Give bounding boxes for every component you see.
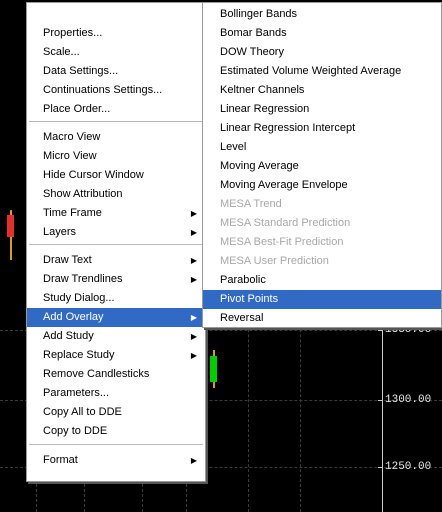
- menu-item-label: Replace Study: [43, 349, 115, 361]
- submenu-arrow-icon: ▶: [190, 332, 197, 341]
- menu-item-label: Study Dialog...: [43, 292, 115, 304]
- menu-item-label: Add Overlay: [43, 311, 104, 323]
- overlay-item-reversal[interactable]: Reversal: [203, 309, 441, 328]
- menu-item-label: Remove Candlesticks: [43, 368, 150, 380]
- axis-tick: [378, 330, 382, 331]
- submenu-arrow-icon: ▶: [190, 313, 197, 322]
- menu-item-label: Parameters...: [43, 387, 110, 399]
- menu-item-label: Macro View: [43, 131, 101, 143]
- overlay-item-label: Moving Average Envelope: [220, 179, 348, 191]
- overlay-item-label: Parabolic: [220, 274, 266, 286]
- menu-item-data-settings[interactable]: Data Settings...: [27, 62, 205, 81]
- overlay-item-label: Estimated Volume Weighted Average: [220, 65, 402, 77]
- menu-item-copy-all-to-dde[interactable]: Copy All to DDE: [27, 403, 205, 422]
- overlay-item-label: Linear Regression: [220, 103, 310, 115]
- menu-item-label: Format: [43, 454, 78, 466]
- overlay-item-bollinger-bands[interactable]: Bollinger Bands: [203, 5, 441, 24]
- submenu-arrow-icon: ▶: [190, 209, 197, 218]
- menu-item-label: Properties...: [43, 27, 103, 39]
- menu-separator: [29, 244, 203, 245]
- overlay-item-label: Moving Average: [220, 160, 299, 172]
- menu-item-properties[interactable]: Properties...: [27, 24, 205, 43]
- menu-item-parameters[interactable]: Parameters...: [27, 384, 205, 403]
- menu-separator: [29, 121, 203, 122]
- menu-item-label: Add Study: [43, 330, 94, 342]
- axis-tick: [378, 400, 382, 401]
- overlay-item-keltner-channels[interactable]: Keltner Channels: [203, 81, 441, 100]
- menu-item-label: Data Settings...: [43, 65, 119, 77]
- submenu-arrow-icon: ▶: [190, 228, 197, 237]
- overlay-item-moving-average-envelope[interactable]: Moving Average Envelope: [203, 176, 441, 195]
- menu-item-macro-view[interactable]: Macro View: [27, 128, 205, 147]
- menu-item-micro-view[interactable]: Micro View: [27, 147, 205, 166]
- menu-item-hide-cursor-window[interactable]: Hide Cursor Window: [27, 166, 205, 185]
- overlay-item-parabolic[interactable]: Parabolic: [203, 271, 441, 290]
- menu-item-show-attribution[interactable]: Show Attribution: [27, 185, 205, 204]
- candle-up: [210, 356, 217, 382]
- overlay-item-label: Linear Regression Intercept: [220, 122, 356, 134]
- overlay-item-linear-regression-intercept[interactable]: Linear Regression Intercept: [203, 119, 441, 138]
- menu-separator: [29, 444, 203, 445]
- menu-item-label: Copy to DDE: [43, 425, 108, 437]
- submenu-arrow-icon: ▶: [190, 456, 197, 465]
- overlay-item-label: Level: [220, 141, 247, 153]
- overlay-item-estimated-volume-weighted-average[interactable]: Estimated Volume Weighted Average: [203, 62, 441, 81]
- menu-item-label: Layers: [43, 226, 77, 238]
- overlay-item-moving-average[interactable]: Moving Average: [203, 157, 441, 176]
- menu-item-label: Place Order...: [43, 103, 111, 115]
- menu-item-label: Micro View: [43, 150, 97, 162]
- add-overlay-submenu: Bollinger Bands Bomar Bands DOW Theory Esti…: [202, 2, 442, 328]
- overlay-item-label: Bomar Bands: [220, 27, 287, 39]
- menu-item-time-frame[interactable]: Time Frame ▶: [27, 204, 205, 223]
- menu-item-label: Copy All to DDE: [43, 406, 122, 418]
- menu-item-remove-candlesticks[interactable]: Remove Candlesticks: [27, 365, 205, 384]
- overlay-item-label: MESA Trend: [220, 198, 282, 210]
- overlay-item-mesa-best-fit-prediction: MESA Best-Fit Prediction: [203, 233, 441, 252]
- overlay-item-label: MESA Best-Fit Prediction: [220, 236, 344, 248]
- menu-item-label: Continuations Settings...: [43, 84, 163, 96]
- menu-item-label: Draw Text: [43, 254, 92, 266]
- submenu-arrow-icon: ▶: [190, 275, 197, 284]
- menu-item-draw-text[interactable]: Draw Text ▶: [27, 251, 205, 270]
- overlay-item-label: Reversal: [220, 312, 264, 324]
- axis-tick: [378, 467, 382, 468]
- menu-item-layers[interactable]: Layers ▶: [27, 223, 205, 242]
- price-label: 1300.00: [385, 394, 432, 406]
- overlay-item-pivot-points[interactable]: Pivot Points: [203, 290, 441, 309]
- menu-item-add-overlay[interactable]: Add Overlay ▶: [27, 308, 205, 327]
- menu-item-continuations-settings[interactable]: Continuations Settings...: [27, 81, 205, 100]
- overlay-item-linear-regression[interactable]: Linear Regression: [203, 100, 441, 119]
- overlay-item-level[interactable]: Level: [203, 138, 441, 157]
- context-menu: Properties... Scale... Data Settings... Con…: [26, 2, 206, 482]
- overlay-item-label: MESA Standard Prediction: [220, 217, 351, 229]
- overlay-item-label: DOW Theory: [220, 46, 284, 58]
- menu-item-scale[interactable]: Scale...: [27, 43, 205, 62]
- overlay-item-label: Keltner Channels: [220, 84, 305, 96]
- menu-item-copy-to-dde[interactable]: Copy to DDE: [27, 422, 205, 441]
- menu-item-draw-trendlines[interactable]: Draw Trendlines ▶: [27, 270, 205, 289]
- candle-down: [7, 215, 14, 237]
- overlay-item-dow-theory[interactable]: DOW Theory: [203, 43, 441, 62]
- menu-item-label: Show Attribution: [43, 188, 123, 200]
- overlay-item-mesa-trend: MESA Trend: [203, 195, 441, 214]
- menu-item-add-study[interactable]: Add Study ▶: [27, 327, 205, 346]
- menu-item-place-order[interactable]: Place Order...: [27, 100, 205, 119]
- menu-item-study-dialog[interactable]: Study Dialog...: [27, 289, 205, 308]
- menu-item-label: Scale...: [43, 46, 80, 58]
- overlay-item-mesa-user-prediction: MESA User Prediction: [203, 252, 441, 271]
- overlay-item-label: MESA User Prediction: [220, 255, 329, 267]
- overlay-item-mesa-standard-prediction: MESA Standard Prediction: [203, 214, 441, 233]
- submenu-arrow-icon: ▶: [190, 256, 197, 265]
- overlay-item-bomar-bands[interactable]: Bomar Bands: [203, 24, 441, 43]
- menu-item-label: Draw Trendlines: [43, 273, 123, 285]
- price-label: 1250.00: [385, 461, 432, 473]
- overlay-item-label: Bollinger Bands: [220, 8, 298, 20]
- overlay-item-label: Pivot Points: [220, 293, 279, 305]
- submenu-arrow-icon: ▶: [190, 351, 197, 360]
- menu-item-replace-study[interactable]: Replace Study ▶: [27, 346, 205, 365]
- menu-item-label: Time Frame: [43, 207, 102, 219]
- menu-item-label: Hide Cursor Window: [43, 169, 144, 181]
- menu-item-format[interactable]: Format ▶: [27, 451, 205, 470]
